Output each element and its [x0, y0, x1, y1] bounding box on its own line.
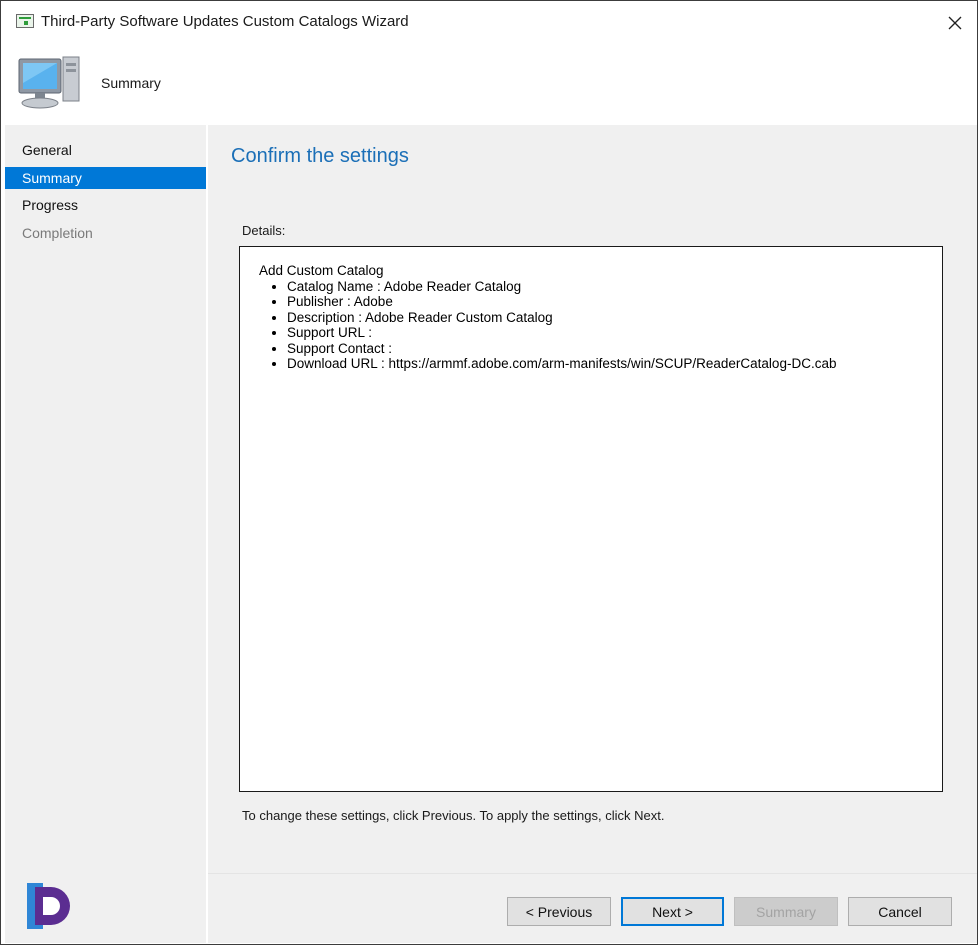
detail-description: Description : Adobe Reader Custom Catalo…: [287, 310, 836, 326]
detail-support-url: Support URL :: [287, 325, 836, 341]
detail-download-url: Download URL : https://armmf.adobe.com/a…: [287, 356, 836, 372]
wizard-sidebar: General Summary Progress Completion: [5, 125, 206, 943]
summary-button: Summary: [734, 897, 838, 926]
sidebar-item-completion: Completion: [22, 225, 93, 241]
sidebar-item-general[interactable]: General: [5, 139, 206, 161]
section-heading: Confirm the settings: [231, 145, 409, 167]
detail-publisher: Publisher : Adobe: [287, 294, 836, 310]
instruction-text: To change these settings, click Previous…: [242, 808, 665, 823]
close-icon: [948, 16, 962, 30]
wizard-header: Summary: [1, 45, 977, 123]
brand-logo-icon: [27, 883, 70, 929]
next-button[interactable]: Next >: [621, 897, 724, 926]
cancel-button[interactable]: Cancel: [848, 897, 952, 926]
details-header: Add Custom Catalog: [259, 263, 384, 278]
detail-catalog-name: Catalog Name : Adobe Reader Catalog: [287, 279, 836, 295]
footer-divider: [208, 873, 977, 874]
main-content: Confirm the settings Details: Add Custom…: [208, 125, 977, 943]
detail-support-contact: Support Contact :: [287, 341, 836, 357]
app-window-icon: [16, 14, 34, 28]
details-content: Add Custom Catalog Catalog Name : Adobe …: [259, 263, 836, 372]
details-label: Details:: [242, 223, 286, 238]
close-button[interactable]: [937, 7, 973, 39]
computer-icon: [18, 56, 80, 109]
details-list: Catalog Name : Adobe Reader Catalog Publ…: [259, 279, 836, 372]
sidebar-item-progress[interactable]: Progress: [5, 194, 206, 216]
previous-button[interactable]: < Previous: [507, 897, 611, 926]
sidebar-item-summary[interactable]: Summary: [5, 167, 206, 189]
title-bar: Third-Party Software Updates Custom Cata…: [1, 1, 977, 45]
details-box[interactable]: Add Custom Catalog Catalog Name : Adobe …: [239, 246, 943, 792]
window-title: Third-Party Software Updates Custom Cata…: [41, 13, 409, 30]
wizard-window: Third-Party Software Updates Custom Cata…: [0, 0, 978, 945]
page-title: Summary: [101, 75, 161, 91]
